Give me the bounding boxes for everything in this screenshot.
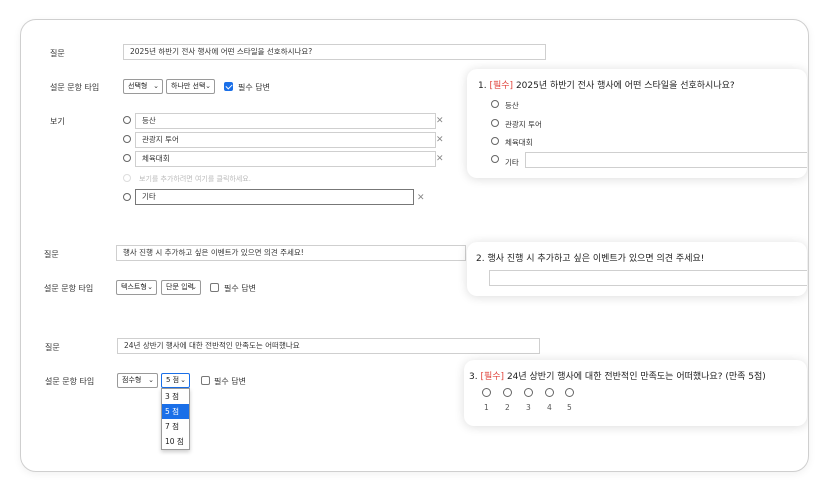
q1-preview-radio[interactable] <box>491 137 499 145</box>
q3-preview-scale-radio[interactable] <box>545 388 554 397</box>
q2-type-select[interactable]: 텍스트형 ⌄ <box>116 280 157 295</box>
chevron-down-icon: ⌄ <box>147 283 153 291</box>
q3-preview-scale-number: 4 <box>547 403 552 412</box>
q2-preview-card: 2. 행사 진행 시 추가하고 싶은 이벤트가 있으면 의견 주세요! <box>467 242 807 296</box>
q3-required-label: 필수 답변 <box>214 377 246 386</box>
q1-option-input[interactable]: 등산 <box>135 113 436 129</box>
close-icon[interactable]: ✕ <box>436 135 444 145</box>
chevron-down-icon: ⌄ <box>191 283 197 291</box>
q1-other-radio[interactable] <box>123 193 131 201</box>
q2-required-label: 필수 답변 <box>224 284 256 293</box>
q3-question-input[interactable]: 24년 상반기 행사에 대한 전반적인 만족도는 어떠했나요 <box>117 338 540 354</box>
q3-preview-scale-radio[interactable] <box>524 388 533 397</box>
q1-preview-card: 1. [필수] 2025년 하반기 전사 행사에 어떤 스타일을 선호하시나요?… <box>467 69 807 178</box>
q1-preview-other-input[interactable] <box>525 152 807 168</box>
q3-preview-title-text: 24년 상반기 행사에 대한 전반적인 만족도는 어떠했나요? (만족 5점) <box>506 372 766 382</box>
close-icon[interactable]: ✕ <box>436 116 444 126</box>
q1-preview-radio[interactable] <box>491 100 499 108</box>
q2-type-label: 설문 문항 타입 <box>44 284 94 293</box>
q1-preview-title: 1. [필수] 2025년 하반기 전사 행사에 어떤 스타일을 선호하시나요? <box>478 78 735 91</box>
q1-preview-option: 기타 <box>505 158 519 167</box>
q3-type-select[interactable]: 점수형 ⌄ <box>117 373 158 388</box>
chevron-down-icon: ⌄ <box>205 82 211 90</box>
q2-type-select-value: 텍스트형 <box>121 283 147 291</box>
q3-preview-scale-number: 5 <box>567 403 572 412</box>
chevron-down-icon: ⌄ <box>153 82 159 90</box>
q1-type-select-value: 선택형 <box>128 82 148 90</box>
q3-score-option[interactable]: 3 점 <box>162 389 189 404</box>
q3-preview-scale-radio[interactable] <box>482 388 491 397</box>
q3-type-select-value: 점수형 <box>122 376 142 384</box>
q3-preview-number: 3. <box>469 372 478 382</box>
chevron-down-icon: ⌄ <box>148 376 154 384</box>
q2-required-checkbox[interactable] <box>210 283 219 292</box>
q1-options-label: 보기 <box>50 117 65 126</box>
q1-add-option-hint[interactable]: 보기를 추가하려면 여기를 클릭하세요. <box>139 174 251 184</box>
q1-type-select[interactable]: 선택형 ⌄ <box>123 79 163 94</box>
q1-question-input[interactable]: 2025년 하반기 전사 행사에 어떤 스타일을 선호하시나요? <box>123 44 546 60</box>
q3-type-label: 설문 문항 타입 <box>45 377 95 386</box>
close-icon[interactable]: ✕ <box>417 193 425 203</box>
q1-option-radio[interactable] <box>123 135 131 143</box>
q1-preview-number: 1. <box>478 81 487 91</box>
q3-preview-scale-radio[interactable] <box>503 388 512 397</box>
q3-score-select[interactable]: 5 점 ⌄ <box>161 373 190 388</box>
q1-required-checkbox[interactable] <box>224 82 233 91</box>
q3-preview-title: 3. [필수] 24년 상반기 행사에 대한 전반적인 만족도는 어떠했나요? … <box>469 369 766 382</box>
survey-editor-frame: 질문 2025년 하반기 전사 행사에 어떤 스타일을 선호하시나요? 설문 문… <box>20 19 809 472</box>
q1-preview-title-text: 2025년 하반기 전사 행사에 어떤 스타일을 선호하시나요? <box>515 81 735 91</box>
q1-option-radio[interactable] <box>123 154 131 162</box>
q1-other-input[interactable]: 기타 <box>135 189 414 205</box>
q2-preview-title: 2. 행사 진행 시 추가하고 싶은 이벤트가 있으면 의견 주세요! <box>476 254 705 264</box>
q1-option-radio[interactable] <box>123 116 131 124</box>
q1-required-label: 필수 답변 <box>238 83 270 92</box>
q1-mode-select-value: 하나만 선택 <box>171 82 206 90</box>
q1-preview-radio[interactable] <box>491 119 499 127</box>
q3-question-label: 질문 <box>45 343 60 352</box>
q2-preview-answer-input[interactable] <box>489 270 807 286</box>
q2-mode-select[interactable]: 단문 입력 ⌄ <box>161 280 201 295</box>
q1-preview-option: 관광지 투어 <box>505 120 542 129</box>
close-icon[interactable]: ✕ <box>436 154 444 164</box>
q3-preview-scale-number: 2 <box>505 403 510 412</box>
q2-mode-select-value: 단문 입력 <box>166 283 194 291</box>
q3-score-option[interactable]: 7 점 <box>162 419 189 434</box>
q1-preview-required-tag: [필수] <box>489 81 514 91</box>
chevron-down-icon: ⌄ <box>180 376 186 384</box>
q3-score-select-value: 5 점 <box>166 376 180 384</box>
q3-required-checkbox[interactable] <box>201 376 210 385</box>
q2-question-input[interactable]: 행사 진행 시 추가하고 싶은 이벤트가 있으면 의견 주세요! <box>116 245 466 261</box>
q1-option-input[interactable]: 관광지 투어 <box>135 132 436 148</box>
q1-preview-option: 등산 <box>505 101 519 110</box>
q3-preview-card: 3. [필수] 24년 상반기 행사에 대한 전반적인 만족도는 어떠했나요? … <box>464 360 807 426</box>
q3-score-option-selected[interactable]: 5 점 <box>162 404 189 419</box>
q1-preview-radio[interactable] <box>491 155 499 163</box>
q1-type-label: 설문 문항 타입 <box>50 83 100 92</box>
q1-add-option-radio <box>123 174 131 182</box>
q1-question-label: 질문 <box>50 49 65 58</box>
q3-preview-required-tag: [필수] <box>480 372 505 382</box>
q1-option-input[interactable]: 체육대회 <box>135 151 436 167</box>
q3-score-dropdown: 3 점 5 점 7 점 10 점 <box>161 388 190 450</box>
q1-preview-option: 체육대회 <box>505 138 533 147</box>
q3-preview-scale-number: 1 <box>484 403 489 412</box>
q3-score-option[interactable]: 10 점 <box>162 434 189 449</box>
q3-preview-scale-radio[interactable] <box>565 388 574 397</box>
q1-mode-select[interactable]: 하나만 선택 ⌄ <box>166 79 215 94</box>
q3-preview-scale-number: 3 <box>526 403 531 412</box>
q2-question-label: 질문 <box>44 250 59 259</box>
